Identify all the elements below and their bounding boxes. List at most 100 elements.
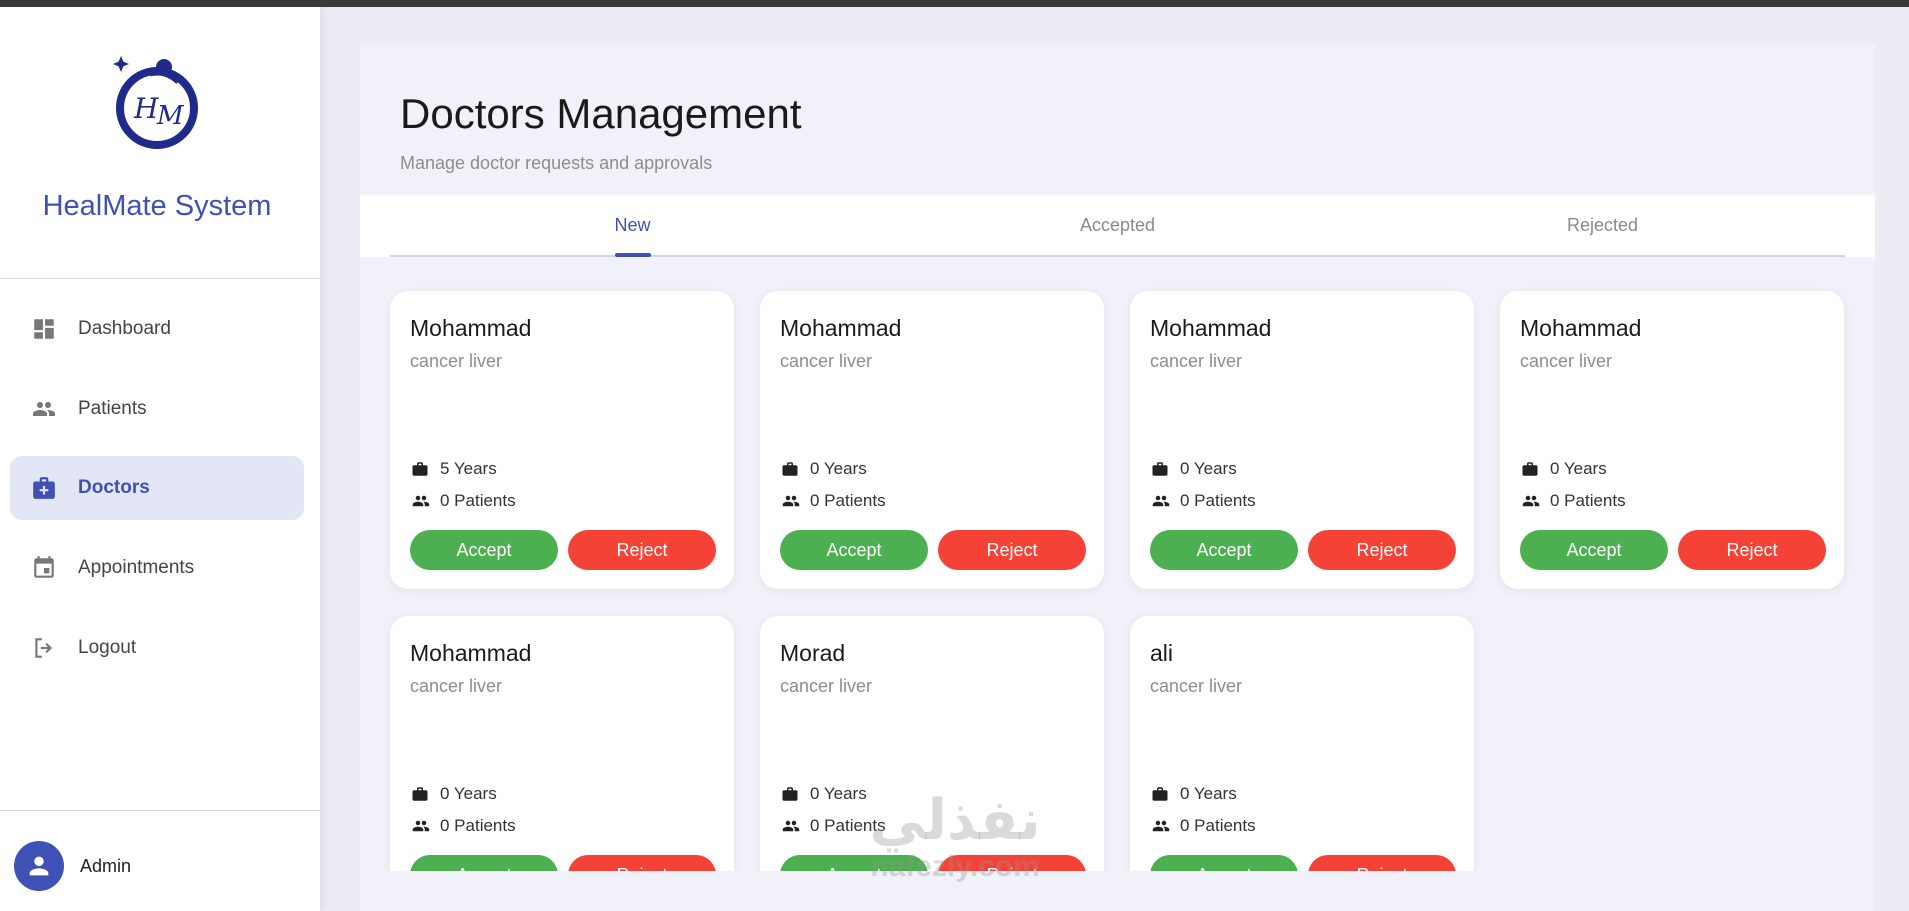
reject-button[interactable]: Reject xyxy=(1308,855,1456,871)
people-icon xyxy=(1150,816,1172,836)
accept-button[interactable]: Accept xyxy=(1520,530,1668,570)
medical-bag-icon xyxy=(30,474,58,502)
accept-button[interactable]: Accept xyxy=(1150,530,1298,570)
reject-button[interactable]: Reject xyxy=(1678,530,1826,570)
sidebar-item-label: Logout xyxy=(78,637,137,658)
sidebar-item-dashboard[interactable]: Dashboard xyxy=(10,297,304,361)
sidebar-item-label: Doctors xyxy=(78,477,150,498)
doctor-experience: 0 Years xyxy=(1180,784,1237,803)
briefcase-icon xyxy=(1150,459,1172,479)
doctor-specialty: cancer liver xyxy=(780,351,873,371)
experience-row: 0 Years xyxy=(1150,784,1237,804)
logout-icon xyxy=(30,634,58,662)
experience-row: 0 Years xyxy=(1150,459,1237,479)
doctor-experience: 0 Years xyxy=(1180,459,1237,478)
doctor-patients: 0 Patients xyxy=(1180,491,1256,510)
calendar-icon xyxy=(30,554,58,582)
tab-new[interactable]: New xyxy=(390,195,875,255)
briefcase-icon xyxy=(1520,459,1542,479)
doctor-name: Morad xyxy=(780,640,846,666)
doctor-name: Mohammad xyxy=(1150,315,1272,341)
briefcase-icon xyxy=(780,459,802,479)
reject-button[interactable]: Reject xyxy=(938,855,1086,871)
svg-text:M: M xyxy=(156,101,185,131)
doctor-specialty: cancer liver xyxy=(1520,351,1613,371)
reject-button[interactable]: Reject xyxy=(568,855,716,871)
accept-button[interactable]: Accept xyxy=(410,530,558,570)
sidebar-divider xyxy=(0,810,320,811)
people-icon xyxy=(410,491,432,511)
experience-row: 0 Years xyxy=(1520,459,1607,479)
experience-row: 0 Years xyxy=(410,784,497,804)
sidebar-item-label: Dashboard xyxy=(78,318,171,339)
doctor-specialty: cancer liver xyxy=(1150,676,1243,696)
page-subtitle: Manage doctor requests and approvals xyxy=(400,153,713,173)
briefcase-icon xyxy=(410,784,432,804)
patients-row: 0 Patients xyxy=(1150,491,1256,511)
experience-row: 0 Years xyxy=(780,459,867,479)
people-icon xyxy=(1520,491,1542,511)
experience-row: 5 Years xyxy=(410,459,497,479)
doctor-patients: 0 Patients xyxy=(1550,491,1626,510)
window-top-bar xyxy=(0,0,1909,7)
user-profile[interactable]: Admin xyxy=(14,841,131,891)
patients-row: 0 Patients xyxy=(410,816,516,836)
tab-accepted[interactable]: Accepted xyxy=(875,195,1360,255)
sidebar: H M HealMate System Dashboard Patients D… xyxy=(0,7,320,911)
sidebar-item-label: Appointments xyxy=(78,557,195,578)
sidebar-divider xyxy=(0,278,320,279)
accept-button[interactable]: Accept xyxy=(780,530,928,570)
doctor-card: Mohammad cancer liver 0 Years 0 Patients… xyxy=(1130,291,1474,589)
doctor-name: Mohammad xyxy=(1520,315,1642,341)
sidebar-item-patients[interactable]: Patients xyxy=(10,377,304,441)
doctor-specialty: cancer liver xyxy=(410,351,503,371)
doctor-name: ali xyxy=(1150,640,1174,666)
tabs-bar: New Accepted Rejected xyxy=(360,195,1875,257)
reject-button[interactable]: Reject xyxy=(938,530,1086,570)
patients-row: 0 Patients xyxy=(1520,491,1626,511)
sidebar-item-appointments[interactable]: Appointments xyxy=(10,536,304,600)
briefcase-icon xyxy=(410,459,432,479)
healmate-logo: H M xyxy=(110,52,206,152)
patients-row: 0 Patients xyxy=(780,816,886,836)
doctor-specialty: cancer liver xyxy=(410,676,503,696)
doctor-specialty: cancer liver xyxy=(1150,351,1243,371)
people-icon xyxy=(1150,491,1172,511)
doctor-patients: 0 Patients xyxy=(810,491,886,510)
reject-button[interactable]: Reject xyxy=(1308,530,1456,570)
avatar xyxy=(14,841,64,891)
doctor-card: Mohammad cancer liver 0 Years 0 Patients… xyxy=(760,291,1104,589)
doctor-card: Mohammad cancer liver 0 Years 0 Patients… xyxy=(390,616,734,871)
doctor-name: Mohammad xyxy=(780,315,902,341)
page-title: Doctors Management xyxy=(400,90,802,137)
doctor-experience: 0 Years xyxy=(1550,459,1607,478)
briefcase-icon xyxy=(1150,784,1172,804)
experience-row: 0 Years xyxy=(780,784,867,804)
doctor-patients: 0 Patients xyxy=(810,816,886,835)
doctor-experience: 0 Years xyxy=(440,784,497,803)
sidebar-item-label: Patients xyxy=(78,398,147,419)
doctor-name: Mohammad xyxy=(410,640,532,666)
sidebar-item-logout[interactable]: Logout xyxy=(10,616,304,680)
doctor-patients: 0 Patients xyxy=(440,491,516,510)
tab-rejected[interactable]: Rejected xyxy=(1360,195,1845,255)
sidebar-item-doctors[interactable]: Doctors xyxy=(10,456,304,520)
accept-button[interactable]: Accept xyxy=(410,855,558,871)
patients-row: 0 Patients xyxy=(410,491,516,511)
doctor-cards-grid: Mohammad cancer liver 5 Years 0 Patients… xyxy=(360,257,1875,871)
doctor-experience: 0 Years xyxy=(810,459,867,478)
doctor-patients: 0 Patients xyxy=(440,816,516,835)
accept-button[interactable]: Accept xyxy=(1150,855,1298,871)
accept-button[interactable]: Accept xyxy=(780,855,928,871)
reject-button[interactable]: Reject xyxy=(568,530,716,570)
main-content: Doctors Management Manage doctor request… xyxy=(360,45,1875,911)
doctor-card: Morad cancer liver 0 Years 0 Patients Ac… xyxy=(760,616,1104,871)
doctor-card: Mohammad cancer liver 5 Years 0 Patients… xyxy=(390,291,734,589)
user-name: Admin xyxy=(80,855,132,876)
doctor-experience: 0 Years xyxy=(810,784,867,803)
svg-text:H: H xyxy=(133,92,159,125)
brand-name: HealMate System xyxy=(42,190,272,222)
briefcase-icon xyxy=(780,784,802,804)
doctor-card: ali cancer liver 0 Years 0 Patients Acce… xyxy=(1130,616,1474,871)
people-icon xyxy=(30,395,58,423)
